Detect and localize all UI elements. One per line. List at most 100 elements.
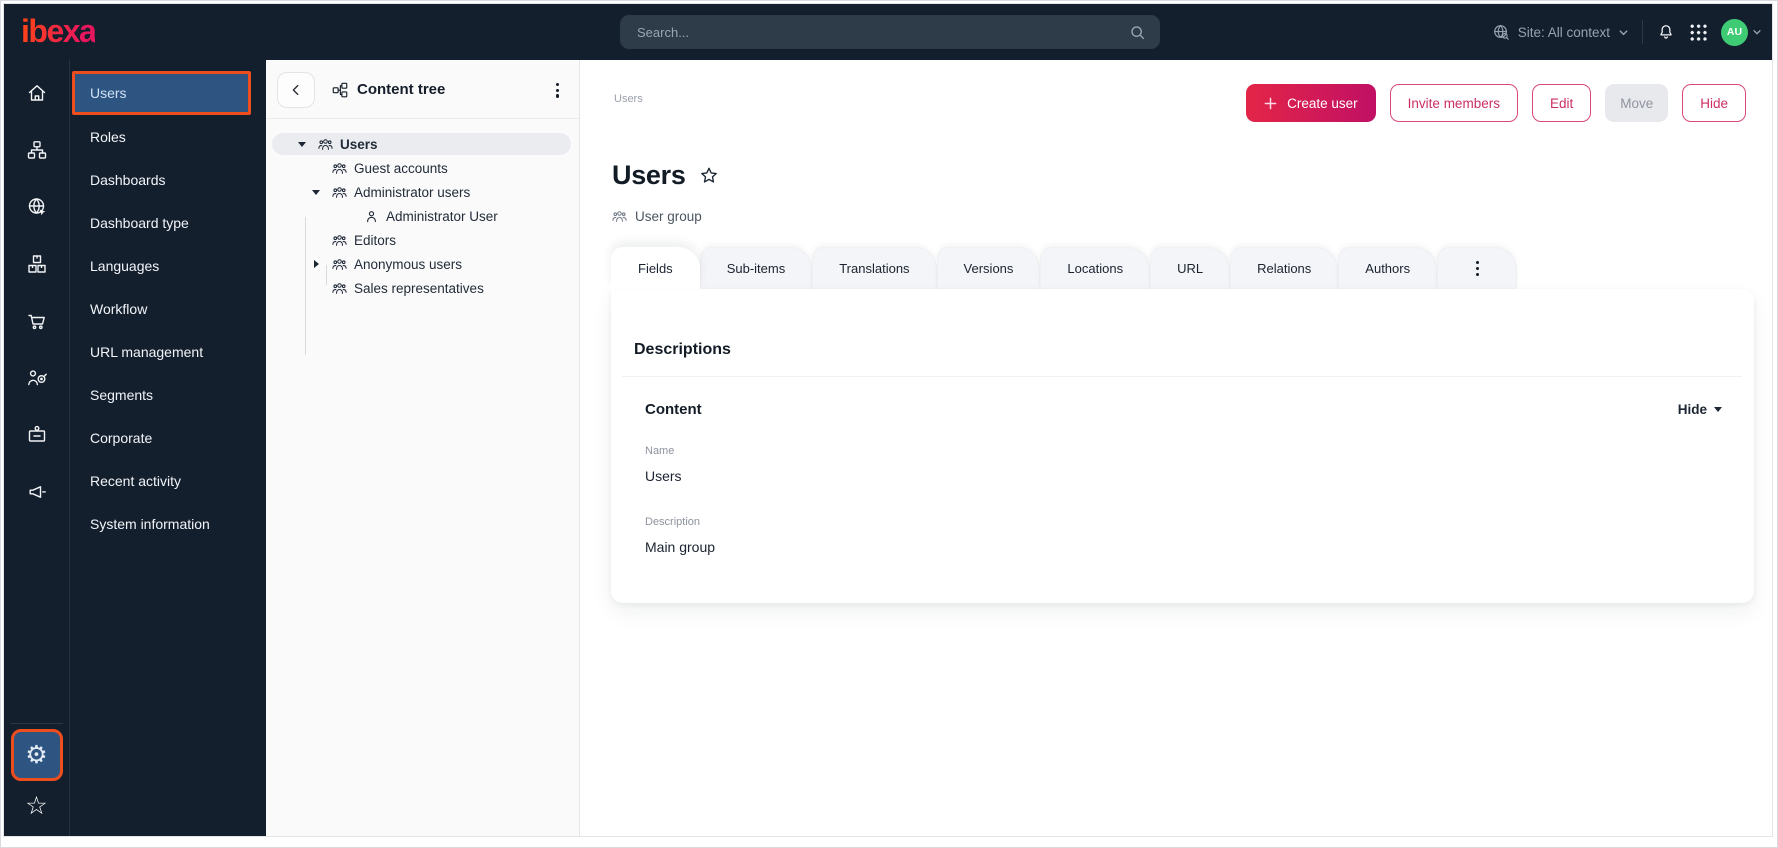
tab-authors[interactable]: Authors	[1338, 247, 1438, 289]
corporate-icon[interactable]	[4, 406, 69, 463]
content-type-label: User group	[635, 209, 702, 224]
tab-url[interactable]: URL	[1150, 247, 1231, 289]
caret-expanded-icon[interactable]	[296, 141, 308, 147]
tree-item-administrator-users[interactable]: Administrator users	[266, 180, 579, 204]
notifications-bell-icon[interactable]	[1656, 22, 1676, 42]
search-icon[interactable]	[1129, 24, 1146, 41]
content-structure-icon[interactable]	[4, 121, 69, 178]
personalization-icon[interactable]	[4, 349, 69, 406]
move-button[interactable]: Move	[1605, 84, 1669, 122]
caret-expanded-icon[interactable]	[310, 189, 322, 195]
topbar: ibexa Site: All context	[4, 4, 1772, 60]
bookmark-star-icon[interactable]	[698, 165, 720, 187]
home-icon[interactable]	[4, 64, 69, 121]
settings-gear-icon[interactable]: ⚙	[10, 729, 63, 781]
chevron-down-icon	[1618, 27, 1629, 38]
hide-button[interactable]: Hide	[1682, 84, 1746, 122]
tree-item-label: Administrator User	[386, 208, 498, 224]
sidebar-item-label: System information	[90, 515, 210, 532]
tree-item-label: Editors	[354, 232, 397, 248]
sidebar-item-recent-activity[interactable]: Recent activity	[70, 459, 266, 502]
fields-card: Descriptions Content Hide Name Users Des…	[611, 289, 1754, 603]
product-catalog-icon[interactable]	[4, 235, 69, 292]
collapse-tree-button[interactable]	[277, 72, 315, 108]
section-title: Content	[645, 401, 702, 418]
sidebar-item-roles[interactable]: Roles	[70, 115, 266, 158]
user-group-icon	[332, 161, 347, 176]
sidebar-item-label: Dashboards	[90, 171, 166, 188]
card-divider	[622, 376, 1742, 377]
breadcrumb[interactable]: Users	[614, 93, 643, 105]
page-title: Users	[612, 160, 686, 190]
field-value: Users	[645, 468, 682, 484]
tab-relations[interactable]: Relations	[1230, 247, 1339, 289]
sidebar-item-users[interactable]: Users	[72, 71, 251, 115]
sidebar-item-corporate[interactable]: Corporate	[70, 416, 266, 459]
tab-translations[interactable]: Translations	[812, 247, 937, 289]
tree-item-administrator-user[interactable]: Administrator User	[266, 204, 579, 228]
search-input[interactable]	[637, 24, 1129, 40]
user-menu[interactable]: AU	[1721, 18, 1762, 46]
tab-sub-items[interactable]: Sub-items	[699, 247, 813, 289]
tree-item-label: Sales representatives	[354, 280, 484, 296]
user-group-icon	[612, 209, 627, 224]
sidebar-item-dashboards[interactable]: Dashboards	[70, 158, 266, 201]
user-group-icon	[332, 257, 347, 272]
site-context-label: Site: All context	[1517, 24, 1610, 40]
avatar[interactable]: AU	[1721, 18, 1748, 46]
user-group-icon	[332, 281, 347, 296]
user-icon	[364, 209, 379, 224]
tree-item-users[interactable]: Users	[266, 132, 579, 156]
global-search[interactable]	[620, 15, 1160, 49]
sidebar-item-system-information[interactable]: System information	[70, 502, 266, 545]
sidebar-item-dashboard-type[interactable]: Dashboard type	[70, 201, 266, 244]
tree-item-guest-accounts[interactable]: Guest accounts	[266, 156, 579, 180]
content-tree-panel: Content tree Users Guest accounts Admini…	[266, 60, 580, 836]
sidebar-item-label: Workflow	[90, 300, 148, 317]
ibexa-logo[interactable]: ibexa	[21, 13, 97, 50]
tree-item-label: Users	[340, 136, 378, 152]
tree-options-kebab-icon[interactable]	[550, 81, 565, 100]
chevron-down-icon	[1752, 27, 1762, 37]
tab-more-kebab-icon[interactable]	[1437, 247, 1518, 289]
section-collapse-toggle[interactable]: Hide	[1678, 402, 1722, 417]
announcement-icon[interactable]	[4, 463, 69, 520]
sidebar-item-label: Dashboard type	[90, 214, 189, 231]
user-group-icon	[318, 137, 333, 152]
sidebar-item-url-management[interactable]: URL management	[70, 330, 266, 373]
field-value: Main group	[645, 539, 716, 555]
edit-button[interactable]: Edit	[1531, 84, 1592, 122]
tree-item-sales-representatives[interactable]: Sales representatives	[266, 276, 579, 300]
caret-down-icon	[1714, 407, 1722, 412]
site-icon[interactable]	[4, 178, 69, 235]
tree-item-label: Anonymous users	[354, 256, 463, 272]
tab-locations[interactable]: Locations	[1040, 247, 1151, 289]
field-label: Description	[645, 516, 701, 528]
sidebar-item-label: Users	[90, 85, 127, 101]
content-tree-title: Content tree	[357, 81, 446, 98]
caret-collapsed-icon[interactable]	[310, 260, 322, 268]
tab-versions[interactable]: Versions	[936, 247, 1041, 289]
favorites-star-icon[interactable]: ☆	[11, 791, 63, 821]
site-context-switcher[interactable]: Site: All context	[1492, 23, 1629, 41]
icon-rail: ⚙ ☆	[4, 60, 70, 836]
plus-icon	[1264, 97, 1277, 110]
tree-item-label: Guest accounts	[354, 160, 448, 176]
sidebar-item-languages[interactable]: Languages	[70, 244, 266, 287]
commerce-icon[interactable]	[4, 292, 69, 349]
globe-icon	[1492, 23, 1510, 41]
tab-fields[interactable]: Fields	[611, 247, 700, 289]
sidebar-item-segments[interactable]: Segments	[70, 373, 266, 416]
sidebar-item-workflow[interactable]: Workflow	[70, 287, 266, 330]
create-user-button[interactable]: Create user	[1246, 84, 1376, 122]
sidebar-item-label: Recent activity	[90, 472, 182, 489]
tree-item-anonymous-users[interactable]: Anonymous users	[266, 252, 579, 276]
sidebar-menu: Users Roles Dashboards Dashboard type La…	[70, 60, 266, 836]
tree-item-editors[interactable]: Editors	[266, 228, 579, 252]
sidebar-item-label: Languages	[90, 257, 160, 274]
app-grid-icon[interactable]	[1689, 22, 1708, 42]
content-tree-icon	[331, 81, 349, 99]
content-tree-list: Users Guest accounts Administrator users…	[266, 119, 579, 355]
sidebar-item-label: Segments	[90, 386, 154, 403]
invite-members-button[interactable]: Invite members	[1389, 84, 1518, 122]
